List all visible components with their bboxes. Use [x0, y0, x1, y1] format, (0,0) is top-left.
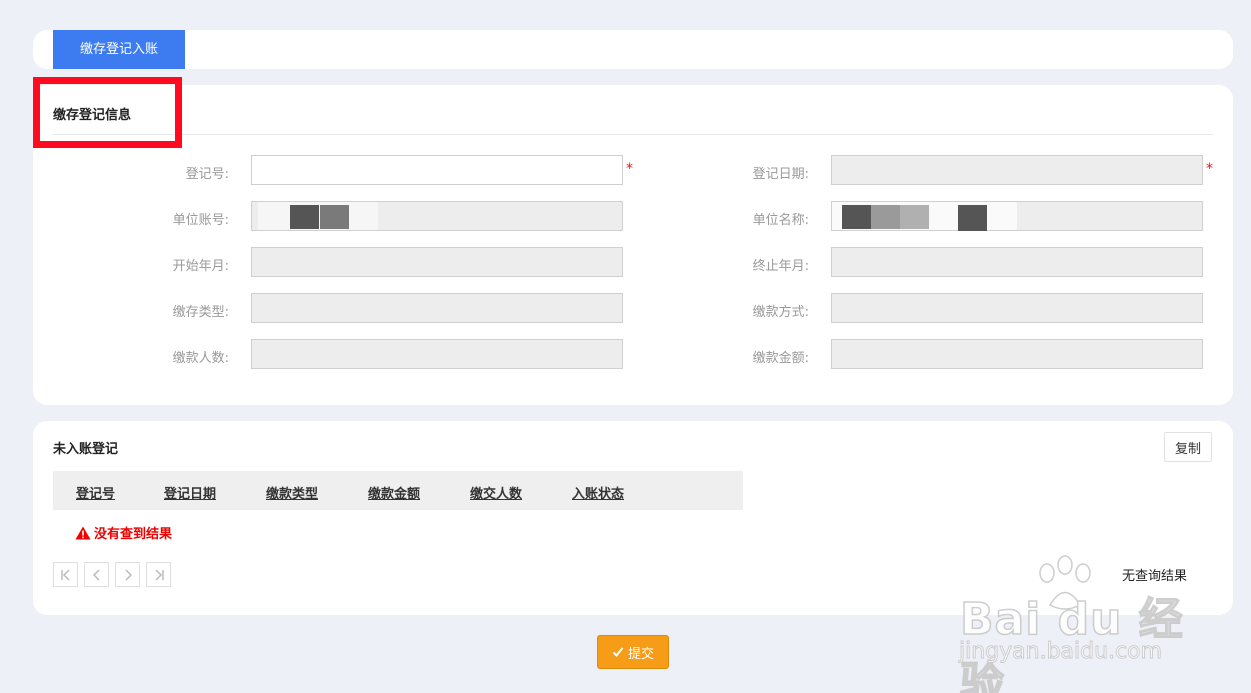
- unit-name-field[interactable]: [831, 201, 1203, 231]
- submit-label: 提交: [627, 646, 654, 662]
- next-page-button[interactable]: [115, 562, 140, 587]
- label-end-month: 终止年月:: [752, 259, 809, 274]
- column-registration-no[interactable]: 登记号: [76, 483, 115, 502]
- copy-button[interactable]: 复制: [1164, 432, 1212, 462]
- watermark-brand: Bai du 经验: [959, 593, 1184, 693]
- label-unit-name: 单位名称:: [752, 213, 809, 228]
- end-month-field[interactable]: [831, 247, 1203, 277]
- first-page-icon: [60, 568, 70, 581]
- submit-button[interactable]: 提交: [597, 635, 669, 669]
- label-registration-date: 登记日期:: [752, 167, 809, 182]
- label-unit-account: 单位账号:: [172, 213, 229, 228]
- column-registration-date[interactable]: 登记日期: [164, 483, 216, 502]
- deposit-type-field[interactable]: [251, 293, 623, 323]
- empty-result-message: 没有查到结果: [75, 523, 172, 542]
- column-posting-status[interactable]: 入账状态: [572, 483, 624, 502]
- section-title: 未入账登记: [53, 442, 119, 457]
- empty-result-text: 没有查到结果: [94, 527, 173, 542]
- registration-date-field[interactable]: [831, 155, 1203, 185]
- baidu-watermark: Bai du 经验 jingyan.baidu.com: [955, 555, 1195, 693]
- tab-bar: 缴存登记入账: [33, 30, 1233, 69]
- warning-icon: [75, 526, 91, 539]
- start-month-field[interactable]: [251, 247, 623, 277]
- label-payment-method: 缴款方式:: [752, 305, 809, 320]
- tab-deposit-registration[interactable]: 缴存登记入账: [53, 30, 185, 69]
- chevron-right-icon: [124, 568, 132, 581]
- label-registration-no: 登记号:: [185, 167, 229, 182]
- label-start-month: 开始年月:: [172, 259, 229, 274]
- chevron-left-icon: [92, 568, 100, 581]
- divider: [53, 134, 1213, 135]
- column-payment-amount[interactable]: 缴款金额: [368, 483, 420, 502]
- check-icon: [612, 647, 624, 657]
- required-mark: *: [1206, 161, 1213, 177]
- label-payer-count: 缴款人数:: [172, 351, 229, 366]
- payment-amount-field[interactable]: [831, 339, 1203, 369]
- prev-page-button[interactable]: [84, 562, 109, 587]
- column-payer-count[interactable]: 缴交人数: [470, 483, 522, 502]
- column-payment-type[interactable]: 缴款类型: [266, 483, 318, 502]
- label-deposit-type: 缴存类型:: [172, 305, 229, 320]
- payment-method-field[interactable]: [831, 293, 1203, 323]
- registration-no-input[interactable]: [251, 155, 623, 185]
- annotation-highlight-box: [33, 77, 182, 148]
- payer-count-field[interactable]: [251, 339, 623, 369]
- watermark-url: jingyan.baidu.com: [958, 639, 1163, 665]
- last-page-icon: [154, 568, 164, 581]
- table-header: 登记号 登记日期 缴款类型 缴款金额 缴交人数 入账状态: [53, 471, 743, 510]
- first-page-button[interactable]: [53, 562, 78, 587]
- label-payment-amount: 缴款金额:: [752, 351, 809, 366]
- last-page-button[interactable]: [146, 562, 171, 587]
- registration-info-panel: 缴存登记信息 登记号: * 登记日期: * 单位账号: 单位名称: 开始年月: …: [33, 85, 1233, 405]
- unit-account-field[interactable]: [251, 201, 623, 231]
